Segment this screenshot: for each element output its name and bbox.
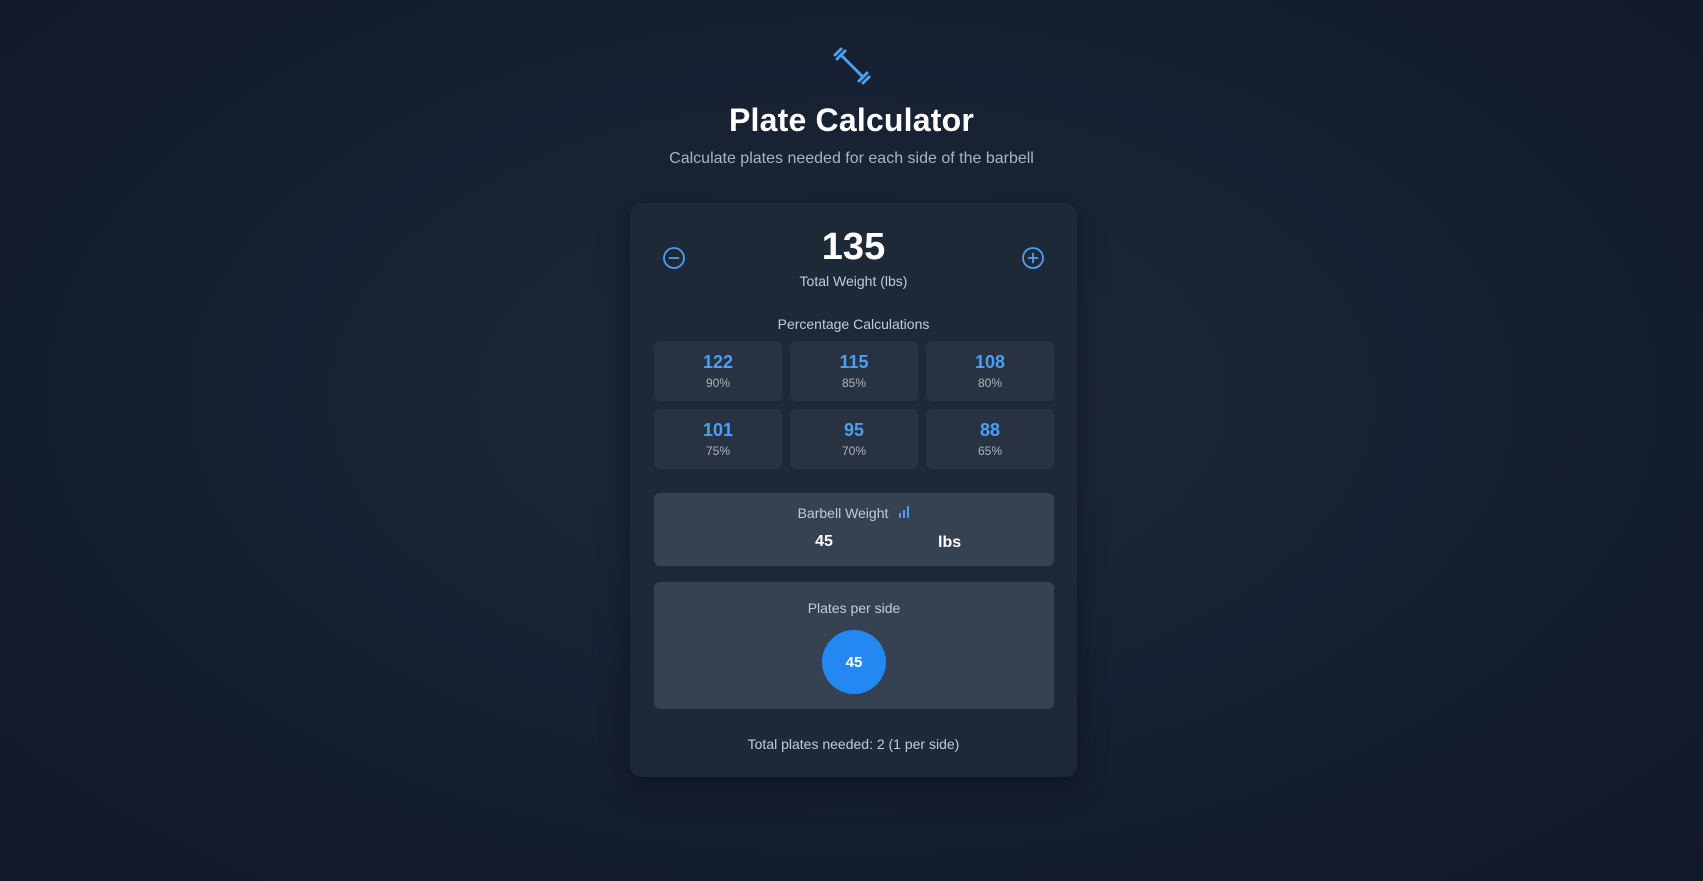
percentage-title: Percentage Calculations xyxy=(777,316,930,332)
percentage-weight: 95 xyxy=(843,420,865,440)
barbell-weight-input[interactable] xyxy=(784,531,864,553)
percentage-card[interactable]: 88 65% xyxy=(926,409,1054,469)
percentage-card[interactable]: 101 75% xyxy=(654,409,782,469)
plates-per-side-panel: Plates per side 45 xyxy=(654,582,1054,709)
percentage-label: 70% xyxy=(841,444,867,458)
increase-weight-button[interactable] xyxy=(1021,246,1045,275)
percentage-label: 90% xyxy=(705,376,731,390)
dumbbell-icon xyxy=(832,46,872,86)
plate-45: 45 xyxy=(822,630,886,694)
percentage-label: 75% xyxy=(705,444,731,458)
percentage-label: 85% xyxy=(841,376,867,390)
page-title: Plate Calculator xyxy=(728,102,975,138)
percentage-weight: 122 xyxy=(702,352,734,372)
calculator-card: 135 Total Weight (lbs) Percentage Calcul… xyxy=(630,203,1077,777)
plus-circle-icon xyxy=(1021,246,1045,275)
percentage-label: 65% xyxy=(977,444,1003,458)
percentage-weight: 115 xyxy=(839,352,869,372)
percentage-card[interactable]: 122 90% xyxy=(654,341,782,401)
bar-chart-icon[interactable] xyxy=(898,504,910,522)
barbell-weight-panel: Barbell Weight lbs xyxy=(654,493,1054,566)
percentage-card[interactable]: 95 70% xyxy=(790,409,918,469)
percentage-card[interactable]: 108 80% xyxy=(926,341,1054,401)
weight-control: 135 Total Weight (lbs) xyxy=(630,225,1077,295)
barbell-weight-label: Barbell Weight xyxy=(797,505,889,521)
plates-per-side-title: Plates per side xyxy=(807,600,901,616)
barbell-weight-unit: lbs xyxy=(938,534,962,551)
page-header: Plate Calculator Calculate plates needed… xyxy=(0,46,1703,169)
total-weight-label: Total Weight (lbs) xyxy=(799,273,908,289)
total-weight-value: 135 xyxy=(821,226,886,268)
percentage-weight: 101 xyxy=(702,420,734,440)
barbell-weight-header: Barbell Weight xyxy=(654,504,1054,522)
percentage-grid: 122 90% 115 85% 108 80% 101 75% 95 70% 8… xyxy=(654,341,1054,469)
page-subtitle: Calculate plates needed for each side of… xyxy=(669,150,1034,167)
total-plates-summary: Total plates needed: 2 (1 per side) xyxy=(747,736,960,752)
percentage-card[interactable]: 115 85% xyxy=(790,341,918,401)
percentage-weight: 88 xyxy=(979,420,1001,440)
percentage-weight: 108 xyxy=(974,352,1006,372)
percentage-label: 80% xyxy=(977,376,1003,390)
